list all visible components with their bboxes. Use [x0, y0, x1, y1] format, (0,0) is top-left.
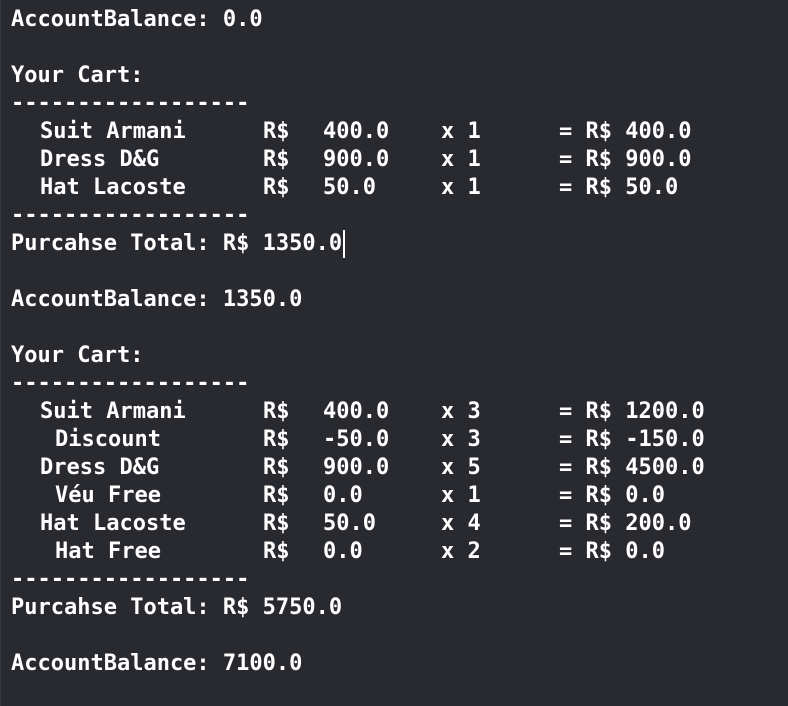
- account-balance-line: AccountBalance: 1350.0: [11, 287, 303, 312]
- item-currency: R$: [263, 539, 290, 564]
- item-price: 400.0: [323, 119, 390, 144]
- text-cursor: [343, 230, 346, 258]
- item-name: Discount: [55, 427, 161, 452]
- item-price: 900.0: [323, 455, 390, 480]
- item-total: = R$ 0.0: [559, 483, 665, 508]
- separator-line: ------------------: [11, 371, 250, 396]
- cart-item-row: Hat Free R$ 0.0 x 2 = R$ 0.0: [11, 538, 788, 566]
- console-text[interactable]: AccountBalance: 0.0 Your Cart: ---------…: [1, 0, 788, 678]
- item-quantity: x 1: [441, 483, 481, 508]
- item-name: Hat Free: [55, 539, 161, 564]
- separator-line: ------------------: [11, 203, 250, 228]
- item-currency: R$: [263, 427, 290, 452]
- item-name: Suit Armani: [40, 399, 186, 424]
- item-name: Hat Lacoste: [40, 175, 186, 200]
- item-total: = R$ 50.0: [559, 175, 679, 200]
- item-quantity: x 4: [441, 511, 481, 536]
- item-price: -50.0: [323, 427, 390, 452]
- cart-item-row: Discount R$ -50.0 x 3 = R$ -150.0: [11, 426, 788, 454]
- item-total: = R$ 1200.0: [559, 399, 705, 424]
- item-price: 50.0: [323, 511, 376, 536]
- purchase-total-text: Purcahse Total: R$ 1350.0: [11, 231, 343, 256]
- item-currency: R$: [263, 175, 290, 200]
- item-total: = R$ -150.0: [559, 427, 705, 452]
- separator-line: ------------------: [11, 91, 250, 116]
- item-total: = R$ 0.0: [559, 539, 665, 564]
- cart-title: Your Cart:: [11, 63, 144, 88]
- cart-item-row: Dress D&G R$ 900.0 x 1 = R$ 900.0: [11, 146, 788, 174]
- cart-item-row: Véu Free R$ 0.0 x 1 = R$ 0.0: [11, 482, 788, 510]
- item-total: = R$ 900.0: [559, 147, 692, 172]
- item-quantity: x 3: [441, 427, 481, 452]
- item-quantity: x 1: [441, 175, 481, 200]
- item-quantity: x 2: [441, 539, 481, 564]
- item-currency: R$: [263, 455, 290, 480]
- item-total: = R$ 4500.0: [559, 455, 705, 480]
- item-currency: R$: [263, 147, 290, 172]
- item-quantity: x 5: [441, 455, 481, 480]
- cart-item-row: Dress D&G R$ 900.0 x 5 = R$ 4500.0: [11, 454, 788, 482]
- item-name: Suit Armani: [40, 119, 186, 144]
- item-price: 0.0: [323, 483, 363, 508]
- item-currency: R$: [263, 119, 290, 144]
- item-total: = R$ 400.0: [559, 119, 692, 144]
- item-price: 900.0: [323, 147, 390, 172]
- purchase-total-line: Purcahse Total: R$ 5750.0: [11, 595, 343, 620]
- item-name: Hat Lacoste: [40, 511, 186, 536]
- console-output[interactable]: AccountBalance: 0.0 Your Cart: ---------…: [0, 0, 788, 706]
- cart-title: Your Cart:: [11, 343, 144, 368]
- separator-line: ------------------: [11, 567, 250, 592]
- item-name: Dress D&G: [40, 147, 160, 172]
- cart-item-row: Suit Armani R$ 400.0 x 3 = R$ 1200.0: [11, 398, 788, 426]
- item-quantity: x 1: [441, 147, 481, 172]
- item-price: 0.0: [323, 539, 363, 564]
- cart-item-row: Suit Armani R$ 400.0 x 1 = R$ 400.0: [11, 118, 788, 146]
- item-currency: R$: [263, 483, 290, 508]
- item-price: 400.0: [323, 399, 390, 424]
- item-quantity: x 3: [441, 399, 481, 424]
- item-currency: R$: [263, 399, 290, 424]
- cart-item-row: Hat Lacoste R$ 50.0 x 4 = R$ 200.0: [11, 510, 788, 538]
- item-currency: R$: [263, 511, 290, 536]
- item-quantity: x 1: [441, 119, 481, 144]
- item-name: Véu Free: [55, 483, 161, 508]
- account-balance-line: AccountBalance: 0.0: [11, 7, 263, 32]
- item-price: 50.0: [323, 175, 376, 200]
- item-name: Dress D&G: [40, 455, 160, 480]
- cart-item-row: Hat Lacoste R$ 50.0 x 1 = R$ 50.0: [11, 174, 788, 202]
- item-total: = R$ 200.0: [559, 511, 692, 536]
- account-balance-line: AccountBalance: 7100.0: [11, 651, 303, 676]
- purchase-total-line: Purcahse Total: R$ 1350.0: [11, 230, 788, 258]
